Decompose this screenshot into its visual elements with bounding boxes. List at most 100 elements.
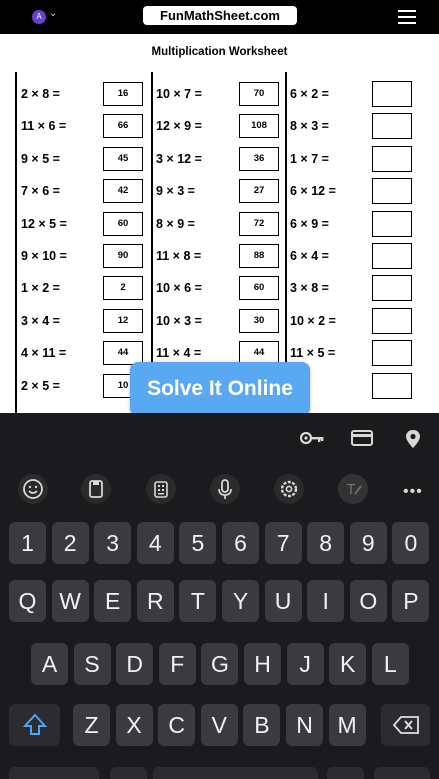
site-url-label[interactable]: FunMathSheet.com xyxy=(143,6,297,25)
key-i[interactable]: I xyxy=(307,580,345,622)
key-2[interactable]: 2 xyxy=(51,522,89,564)
answer-box[interactable]: 88 xyxy=(239,244,279,268)
problem-text: 10 × 2 = xyxy=(290,313,336,328)
problem-text: 9 × 5 = xyxy=(21,151,60,166)
answer-box[interactable]: 108 xyxy=(239,114,279,139)
answer-box[interactable] xyxy=(372,145,412,172)
answer-box[interactable]: 90 xyxy=(103,244,143,268)
key-icon[interactable] xyxy=(300,431,324,445)
key-3[interactable]: 3 xyxy=(94,522,132,564)
key-l[interactable]: L xyxy=(371,643,409,685)
key-a[interactable]: A xyxy=(31,643,68,685)
key-6[interactable]: 6 xyxy=(222,522,259,564)
problem-text: 3 × 12 = xyxy=(156,151,202,166)
problem-text: 8 × 9 = xyxy=(156,216,195,231)
answer-box[interactable]: 42 xyxy=(103,179,143,204)
answer-box[interactable] xyxy=(372,243,412,269)
key-n[interactable]: N xyxy=(286,704,323,746)
problem-text: 12 × 9 = xyxy=(156,119,202,134)
more-icon[interactable]: ••• xyxy=(403,483,423,501)
key-q[interactable]: Q xyxy=(9,580,46,622)
answer-box[interactable]: 72 xyxy=(239,211,279,236)
problem-text: 4 × 11 = xyxy=(21,346,67,361)
shift-key[interactable] xyxy=(9,704,60,746)
key-o[interactable]: O xyxy=(349,580,387,622)
key-9[interactable]: 9 xyxy=(349,522,387,564)
answer-box[interactable]: 2 xyxy=(103,276,143,301)
key-u[interactable]: U xyxy=(264,580,302,622)
key-h[interactable]: H xyxy=(244,643,281,685)
key-f[interactable]: F xyxy=(158,643,196,685)
answer-box[interactable]: 60 xyxy=(103,211,143,236)
answer-box[interactable]: 30 xyxy=(239,308,279,333)
key-m[interactable]: M xyxy=(328,704,366,746)
answer-box[interactable] xyxy=(372,372,412,399)
bottom-row-key[interactable] xyxy=(327,767,364,779)
bottom-row-key[interactable] xyxy=(374,767,430,779)
account-avatar[interactable]: A xyxy=(32,10,46,24)
key-8[interactable]: 8 xyxy=(307,522,345,564)
keypad-icon[interactable] xyxy=(146,474,176,504)
key-v[interactable]: V xyxy=(200,704,238,746)
on-screen-keyboard: T ••• 1234567890QWERTYUIOPASDFGHJKLZXCVB… xyxy=(0,413,439,779)
bottom-row-key[interactable] xyxy=(9,767,99,779)
answer-box[interactable] xyxy=(372,178,412,205)
card-icon[interactable] xyxy=(351,430,373,446)
autofill-bar xyxy=(0,413,439,465)
answer-box[interactable]: 70 xyxy=(239,82,279,106)
key-g[interactable]: G xyxy=(201,643,239,685)
chevron-down-icon[interactable]: ⌄ xyxy=(49,8,57,19)
answer-box[interactable] xyxy=(372,210,412,237)
key-0[interactable]: 0 xyxy=(392,522,430,564)
browser-top-bar: A ⌄ FunMathSheet.com xyxy=(0,0,439,34)
answer-box[interactable]: 66 xyxy=(103,114,143,139)
answer-box[interactable]: 60 xyxy=(239,276,279,301)
answer-box[interactable]: 45 xyxy=(103,146,143,171)
key-c[interactable]: C xyxy=(158,704,196,746)
answer-box[interactable]: 36 xyxy=(239,146,279,171)
answer-box[interactable]: 27 xyxy=(239,179,279,204)
answer-box[interactable]: 16 xyxy=(103,82,143,106)
answer-box[interactable] xyxy=(372,275,412,302)
problem-text: 12 × 5 = xyxy=(21,216,67,231)
key-k[interactable]: K xyxy=(329,643,367,685)
settings-icon[interactable] xyxy=(274,474,304,504)
mic-icon[interactable] xyxy=(210,474,240,504)
solve-it-online-button[interactable]: Solve It Online xyxy=(130,362,310,416)
key-7[interactable]: 7 xyxy=(264,522,302,564)
key-w[interactable]: W xyxy=(51,580,89,622)
answer-box[interactable] xyxy=(372,340,412,367)
key-1[interactable]: 1 xyxy=(9,522,46,564)
worksheet-title: Multiplication Worksheet xyxy=(151,46,288,58)
handwriting-icon[interactable]: T xyxy=(338,474,368,504)
problem-text: 7 × 6 = xyxy=(21,184,60,199)
key-y[interactable]: Y xyxy=(222,580,259,622)
svg-text:T: T xyxy=(346,483,355,498)
key-r[interactable]: R xyxy=(136,580,174,622)
answer-box[interactable] xyxy=(372,81,412,107)
answer-box[interactable]: 12 xyxy=(103,308,143,333)
key-5[interactable]: 5 xyxy=(179,522,217,564)
answer-box[interactable] xyxy=(372,307,412,334)
backspace-key[interactable] xyxy=(381,704,430,746)
location-icon[interactable] xyxy=(405,429,421,449)
hamburger-menu-icon[interactable] xyxy=(398,10,416,24)
key-j[interactable]: J xyxy=(286,643,324,685)
problem-text: 11 × 5 = xyxy=(290,346,336,361)
emoji-icon[interactable] xyxy=(18,474,48,504)
key-4[interactable]: 4 xyxy=(136,522,174,564)
key-e[interactable]: E xyxy=(94,580,132,622)
problem-text: 6 × 2 = xyxy=(290,87,329,101)
key-s[interactable]: S xyxy=(73,643,111,685)
key-t[interactable]: T xyxy=(179,580,217,622)
clipboard-icon[interactable] xyxy=(81,474,111,504)
answer-box[interactable] xyxy=(372,113,412,140)
key-p[interactable]: P xyxy=(392,580,430,622)
problem-text: 1 × 7 = xyxy=(290,151,329,166)
key-z[interactable]: Z xyxy=(73,704,110,746)
bottom-row-key[interactable] xyxy=(153,767,318,779)
key-x[interactable]: X xyxy=(115,704,153,746)
key-b[interactable]: B xyxy=(243,704,281,746)
key-d[interactable]: D xyxy=(116,643,154,685)
bottom-row-key[interactable] xyxy=(110,767,147,779)
